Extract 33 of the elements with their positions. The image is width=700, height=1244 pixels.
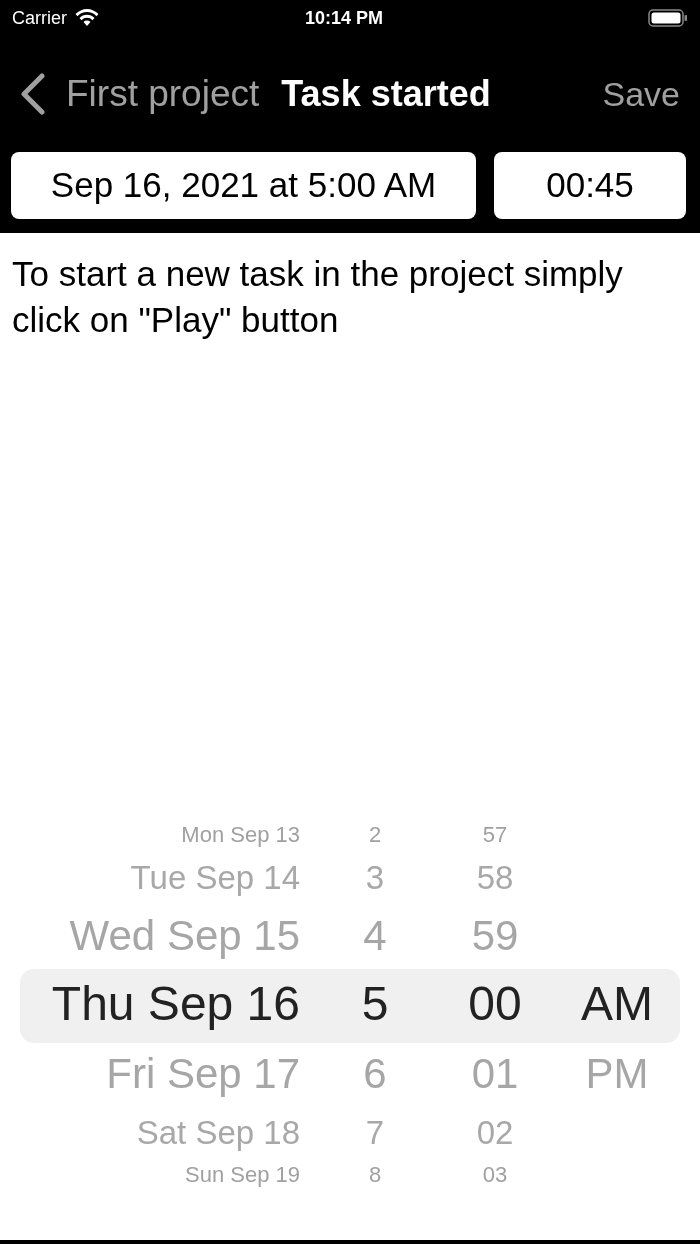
picker-period[interactable]: AM	[567, 979, 667, 1028]
picker-hour[interactable]: 5	[345, 979, 405, 1028]
status-time: 10:14 PM	[305, 6, 384, 30]
picker-date[interactable]: Tue Sep 14	[30, 860, 300, 894]
picker-hour[interactable]: 8	[345, 1163, 405, 1186]
picker-minute[interactable]: 02	[445, 1115, 545, 1149]
picker-period[interactable]: PM	[567, 1052, 667, 1095]
nav-title: Task started	[281, 72, 491, 116]
picker-date[interactable]: Mon Sep 13	[30, 823, 300, 846]
picker-hour[interactable]: 7	[345, 1115, 405, 1149]
picker-minute[interactable]: 03	[445, 1163, 545, 1186]
picker-date[interactable]: Thu Sep 16	[30, 979, 300, 1028]
picker-hour[interactable]: 3	[345, 860, 405, 894]
carrier-label: Carrier	[12, 6, 67, 30]
picker-hour[interactable]: 4	[345, 914, 405, 957]
picker-minute[interactable]: 57	[445, 823, 545, 846]
picker-hour[interactable]: 6	[345, 1052, 405, 1095]
picker-hour[interactable]: 2	[345, 823, 405, 846]
picker-minute[interactable]: 58	[445, 860, 545, 894]
picker-minute[interactable]: 01	[445, 1052, 545, 1095]
picker-date[interactable]: Wed Sep 15	[30, 914, 300, 957]
back-button[interactable]: First project	[18, 66, 260, 122]
chevron-left-icon	[18, 73, 46, 115]
picker-date[interactable]: Sat Sep 18	[30, 1115, 300, 1149]
picker-minute[interactable]: 59	[445, 914, 545, 957]
start-date-field[interactable]: Sep 16, 2021 at 5:00 AM	[11, 152, 476, 219]
picker-date[interactable]: Sun Sep 19	[30, 1163, 300, 1186]
picker-minute[interactable]: 00	[445, 979, 545, 1028]
duration-field[interactable]: 00:45	[494, 152, 686, 219]
battery-icon	[648, 8, 688, 28]
hint-text: To start a new task in the project simply click on "Play" button	[11, 253, 624, 341]
picker-date[interactable]: Fri Sep 17	[30, 1052, 300, 1095]
wifi-icon	[75, 9, 99, 27]
